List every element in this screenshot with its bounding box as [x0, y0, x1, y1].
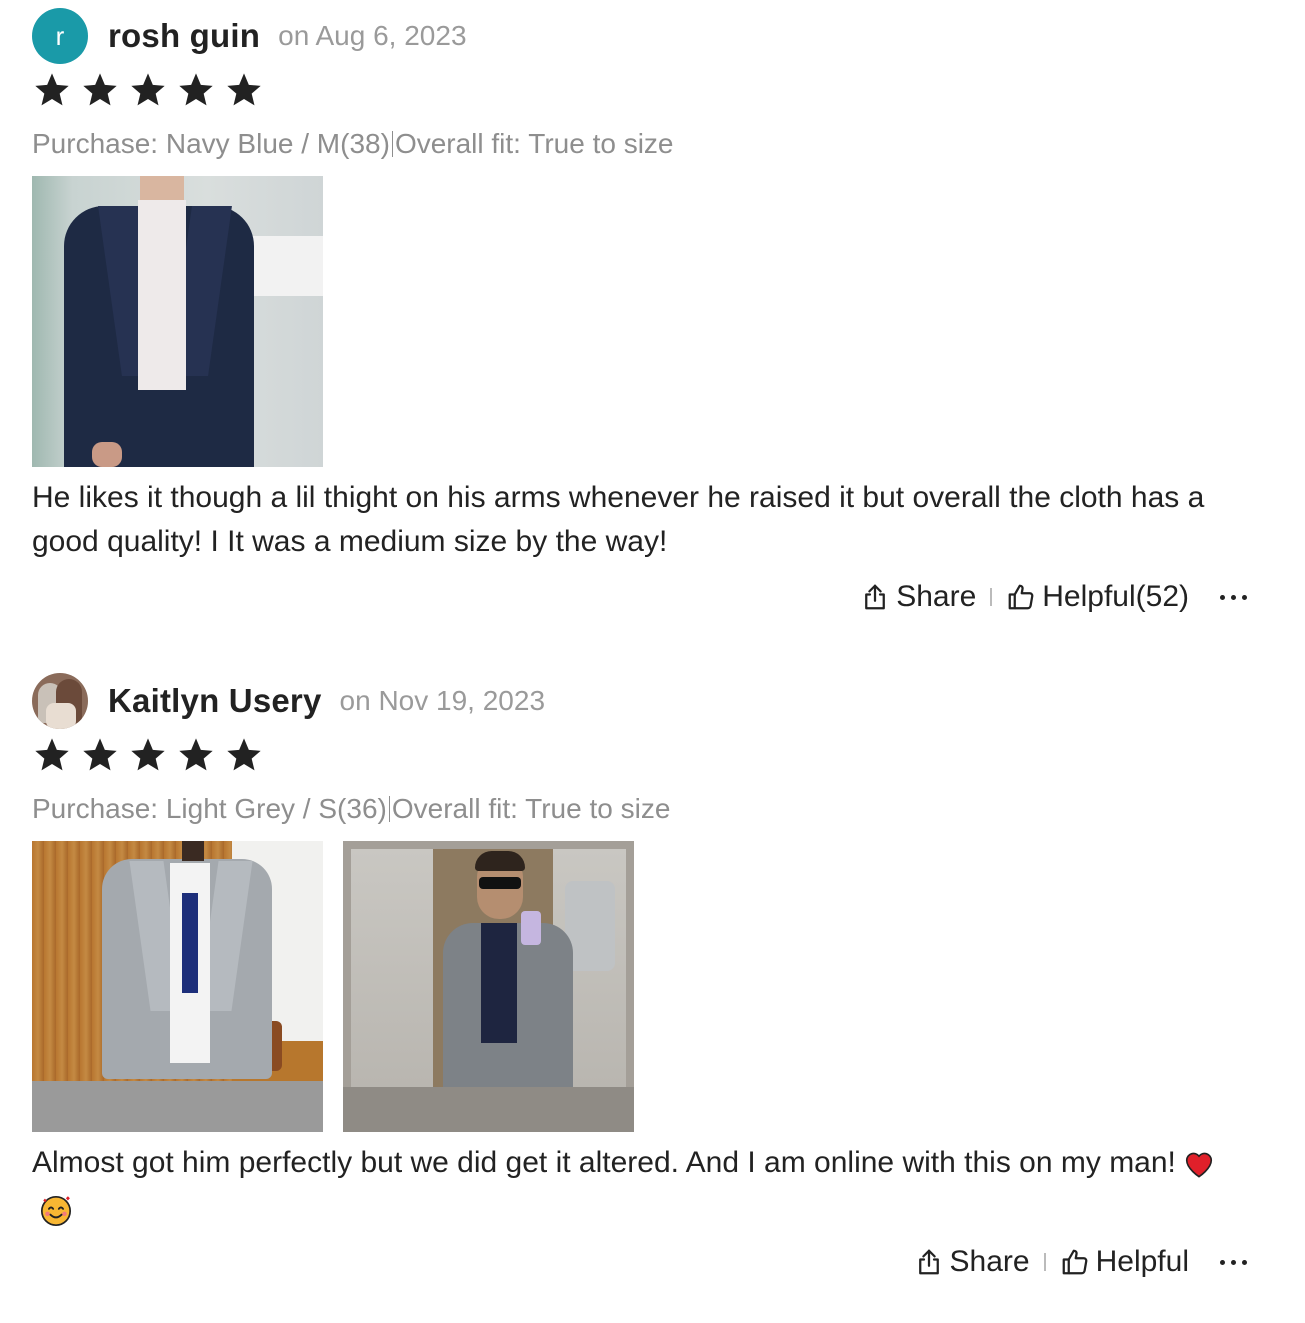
purchase-variant: Navy Blue / M(38)	[165, 128, 390, 159]
review-photos	[32, 176, 343, 467]
helpful-button[interactable]: Helpful(52)	[1006, 580, 1189, 614]
star-icon	[224, 70, 264, 110]
purchase-label: Purchase:	[32, 793, 159, 824]
fit-label: Overall fit:	[391, 793, 518, 824]
review-header: Kaitlyn Usery on Nov 19, 2023	[32, 673, 545, 729]
star-rating	[32, 70, 272, 110]
review-text: He likes it though a lil thight on his a…	[32, 481, 1205, 558]
share-button[interactable]: Share	[860, 580, 976, 614]
thumbs-up-icon	[1062, 1249, 1087, 1275]
helpful-label: Helpful(52)	[1042, 580, 1189, 613]
fit-value: True to size	[528, 128, 674, 159]
purchase-info: Purchase: Light Grey / S(36) Overall fit:…	[32, 793, 670, 825]
review-actions: Share Helpful	[914, 1245, 1250, 1279]
review-header: r rosh guin on Aug 6, 2023	[32, 8, 467, 64]
reviewer-name: Kaitlyn Usery	[108, 682, 322, 719]
star-icon	[224, 735, 264, 775]
share-icon	[918, 1249, 939, 1275]
review-text-body: Almost got him perfectly but we did get …	[32, 1146, 1176, 1179]
star-icon	[176, 735, 216, 775]
avatar	[32, 673, 88, 729]
more-dots-icon[interactable]	[1217, 594, 1250, 600]
divider	[391, 131, 393, 157]
star-icon	[80, 735, 120, 775]
purchase-label: Purchase:	[32, 128, 159, 159]
fit-value: True to size	[525, 793, 671, 824]
action-divider	[1043, 1253, 1046, 1271]
smiling-face-with-hearts-emoji	[38, 1194, 74, 1241]
review-text: Almost got him perfectly but we did get …	[32, 1141, 1252, 1241]
share-button[interactable]: Share	[914, 1245, 1030, 1279]
share-icon	[865, 584, 886, 610]
helpful-label: Helpful	[1095, 1245, 1189, 1278]
red-heart-emoji	[1182, 1147, 1216, 1191]
share-label: Share	[949, 1245, 1030, 1278]
helpful-button[interactable]: Helpful	[1060, 1245, 1189, 1279]
fit-label: Overall fit:	[394, 128, 521, 159]
thumbs-up-icon	[1008, 584, 1034, 610]
review-photos	[32, 841, 654, 1132]
purchase-info: Purchase: Navy Blue / M(38) Overall fit: …	[32, 128, 674, 160]
review-item: r rosh guin on Aug 6, 2023 Purchase: Nav…	[0, 0, 1305, 640]
avatar: r	[32, 8, 88, 64]
review-date: on Nov 19, 2023	[339, 685, 546, 716]
reviewer-name: rosh guin	[108, 17, 261, 54]
purchase-variant: Light Grey / S(36)	[165, 793, 387, 824]
review-item: Kaitlyn Usery on Nov 19, 2023 Purchase: …	[0, 665, 1305, 1305]
star-icon	[176, 70, 216, 110]
review-photo[interactable]	[343, 841, 634, 1132]
review-photo[interactable]	[32, 176, 323, 467]
action-divider	[990, 588, 993, 606]
share-label: Share	[896, 580, 977, 613]
star-icon	[32, 70, 72, 110]
review-actions: Share Helpful(52)	[860, 580, 1250, 614]
review-date: on Aug 6, 2023	[278, 20, 467, 51]
star-icon	[128, 735, 168, 775]
divider	[388, 796, 390, 822]
star-icon	[80, 70, 120, 110]
review-photo[interactable]	[32, 841, 323, 1132]
avatar-letter: r	[55, 20, 65, 51]
more-dots-icon[interactable]	[1217, 1259, 1250, 1265]
star-icon	[32, 735, 72, 775]
star-icon	[128, 70, 168, 110]
star-rating	[32, 735, 272, 775]
